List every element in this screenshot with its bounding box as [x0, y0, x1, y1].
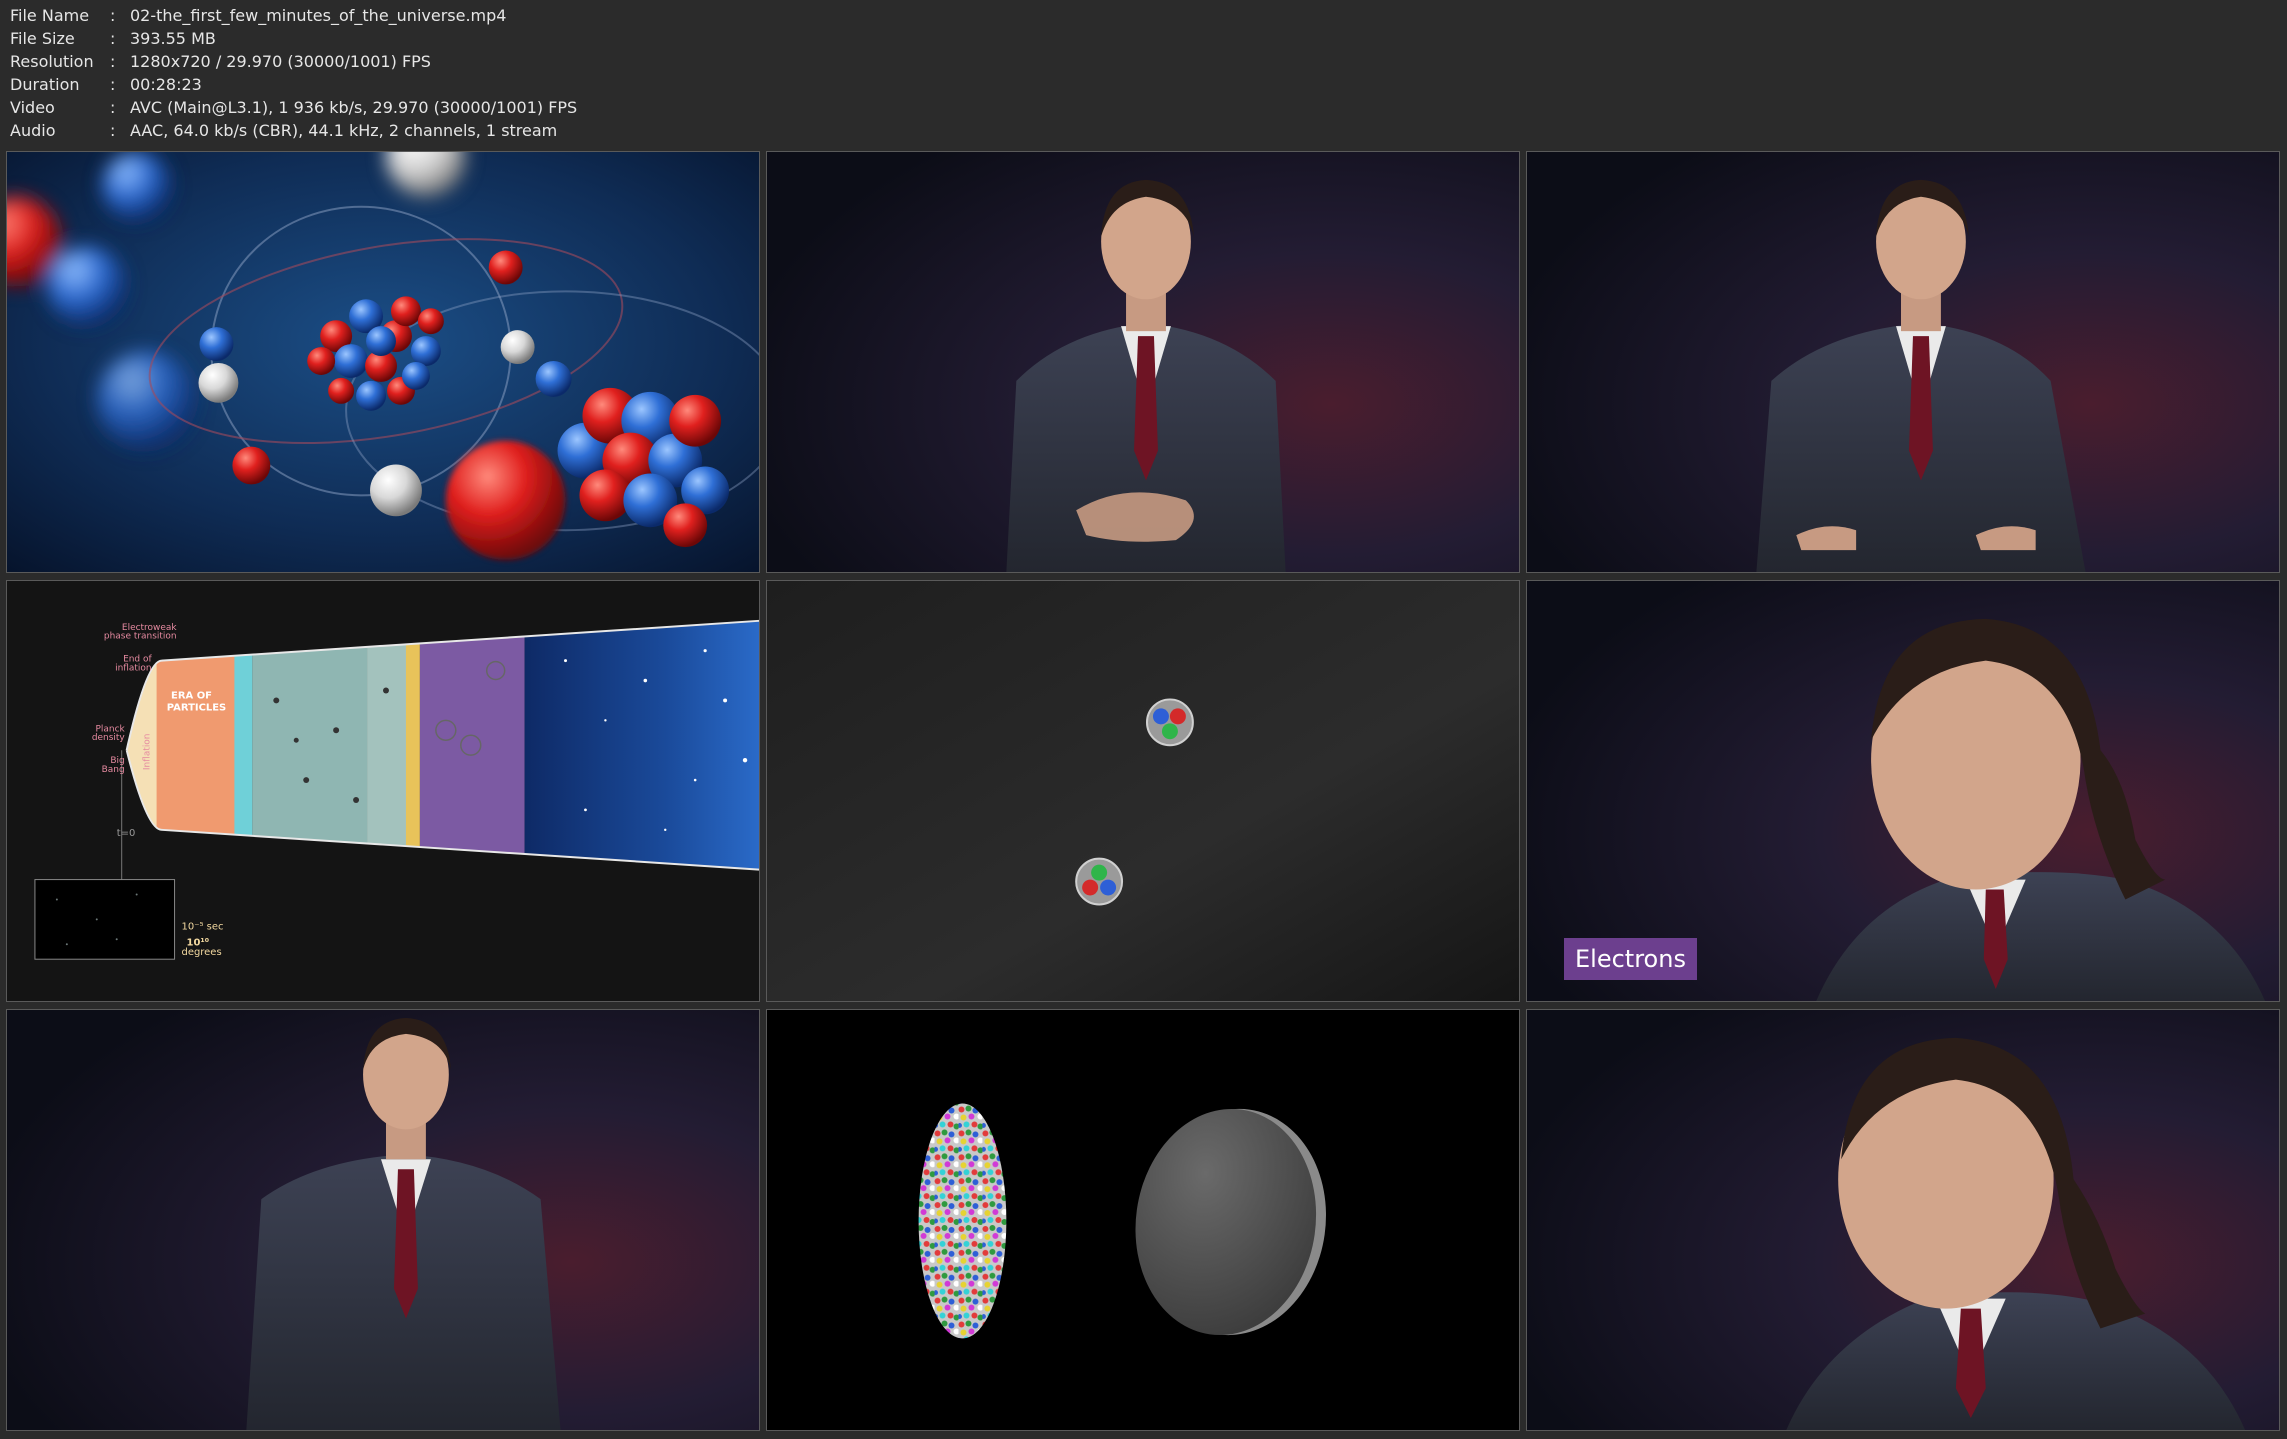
audio-sep: :: [110, 121, 116, 140]
thumbnail-atoms[interactable]: [6, 151, 760, 573]
time-label: 10⁻⁵ sec: [182, 921, 224, 932]
proton-lower: [1075, 857, 1124, 906]
timeline-illustration: Electroweak phase transition End of infl…: [7, 581, 759, 1001]
video-sep: :: [110, 98, 116, 117]
file-size-row: File Size:393.55 MB: [10, 27, 1210, 50]
file-size-key: File Size: [10, 29, 75, 48]
inflation-label: Inflation: [143, 734, 153, 771]
resolution-sep: :: [110, 52, 116, 71]
audio-key: Audio: [10, 121, 56, 140]
resolution-key: Resolution: [10, 52, 94, 71]
file-size-value: 393.55 MB: [130, 29, 216, 48]
thumbnail-quarks[interactable]: [766, 580, 1520, 1002]
file-size-sep: :: [110, 29, 116, 48]
resolution-value: 1280x720 / 29.970 (30000/1001) FPS: [130, 52, 431, 71]
planck-label-2: density: [92, 733, 126, 743]
thumbnail-presenter-closeup[interactable]: Electrons: [1526, 580, 2280, 1002]
particles-disc-illustration: [767, 1010, 1519, 1430]
atoms-illustration: [7, 152, 759, 572]
duration-sep: :: [110, 75, 116, 94]
file-name-sep: :: [110, 6, 116, 25]
duration-row: Duration:00:28:23: [10, 73, 1210, 96]
big-bang-label-2: Bang: [102, 765, 125, 775]
thumbnail-presenter-2[interactable]: [1526, 151, 2280, 573]
particle-cloud: [918, 1103, 1007, 1339]
resolution-row: Resolution:1280x720 / 29.970 (30000/1001…: [10, 50, 1210, 73]
video-key: Video: [10, 98, 55, 117]
video-row: Video: AVC (Main@L3.1), 1 936 kb/s, 29.97…: [10, 96, 1210, 119]
thumbnail-presenter-closeup-2[interactable]: [1526, 1009, 2280, 1431]
presenter-illustration: [1527, 152, 2279, 572]
audio-value: AAC, 64.0 kb/s (CBR), 44.1 kHz, 2 channe…: [130, 121, 558, 140]
electrons-caption: Electrons: [1564, 938, 1697, 980]
quarks-illustration: [767, 581, 1519, 1001]
proton-upper: [1145, 698, 1194, 747]
era-label-1: ERA OF: [171, 690, 212, 701]
file-name-row: File Name:02-the_first_few_minutes_of_th…: [10, 4, 1210, 27]
t-zero-label: t=0: [117, 828, 136, 839]
electroweak-label-2: phase transition: [104, 632, 177, 642]
era-label-2: PARTICLES: [167, 702, 226, 713]
presenter-illustration: [767, 152, 1519, 572]
presenter-illustration: [7, 1010, 759, 1430]
file-name-value: 02-the_first_few_minutes_of_the_universe…: [130, 6, 507, 25]
duration-key: Duration: [10, 75, 80, 94]
degrees-label: degrees: [182, 947, 222, 958]
audio-row: Audio: AAC, 64.0 kb/s (CBR), 44.1 kHz, 2 …: [10, 119, 1210, 142]
end-inflation-label-2: inflation: [115, 664, 151, 674]
file-info-header: File Name:02-the_first_few_minutes_of_th…: [10, 4, 1210, 142]
presenter-closeup-illustration: [1527, 1010, 2279, 1430]
thumbnail-presenter-3[interactable]: [6, 1009, 760, 1431]
thumbnail-particles-disc[interactable]: [766, 1009, 1520, 1431]
thumbnail-timeline[interactable]: Electroweak phase transition End of infl…: [6, 580, 760, 1002]
thumbnail-presenter-1[interactable]: [766, 151, 1520, 573]
duration-value: 00:28:23: [130, 75, 202, 94]
file-name-key: File Name: [10, 6, 90, 25]
video-value: AVC (Main@L3.1), 1 936 kb/s, 29.970 (300…: [130, 98, 578, 117]
